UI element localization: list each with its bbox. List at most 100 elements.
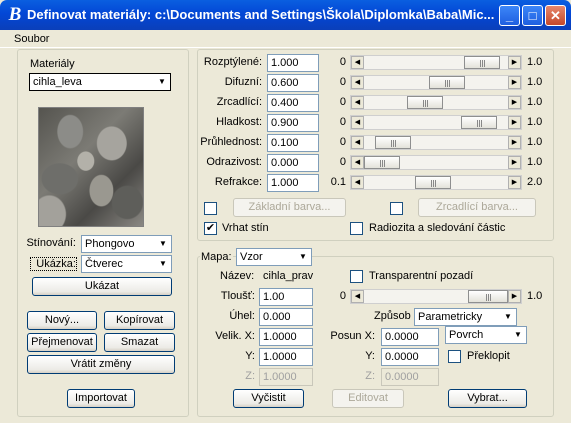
scroll-right-icon[interactable]: ▶ xyxy=(508,96,521,109)
property-slider[interactable]: ◀ ▶ xyxy=(350,75,522,90)
choose-map-button[interactable]: Vybrat... xyxy=(448,389,527,408)
material-preview-image xyxy=(38,107,144,227)
scroll-left-icon[interactable]: ◀ xyxy=(351,116,364,129)
angle-field[interactable]: 0.000 xyxy=(259,308,313,326)
import-button[interactable]: Importovat xyxy=(67,389,135,408)
surface-select[interactable]: Povrch ▼ xyxy=(445,326,527,344)
thickness-slider[interactable]: ◀ ▶ xyxy=(350,289,522,304)
property-value-field[interactable]: 0.000 xyxy=(267,154,319,172)
property-max-label: 1.0 xyxy=(527,156,543,168)
property-value-field[interactable]: 1.000 xyxy=(267,174,319,192)
property-max-label: 1.0 xyxy=(527,116,543,128)
map-label: Mapa: xyxy=(200,251,233,263)
preview-shape-label: Ukázka: xyxy=(30,257,77,271)
maximize-button[interactable]: □ xyxy=(522,5,543,26)
property-label: Zrcadlící: xyxy=(216,96,262,108)
property-value-field[interactable]: 0.400 xyxy=(267,94,319,112)
scroll-right-icon[interactable]: ▶ xyxy=(508,136,521,149)
size-y-field[interactable]: 1.0000 xyxy=(259,348,313,366)
scroll-left-icon[interactable]: ◀ xyxy=(351,156,364,169)
menu-bar xyxy=(0,30,571,48)
radiosity-checkbox[interactable] xyxy=(350,222,363,235)
chevron-down-icon: ▼ xyxy=(155,75,169,89)
map-name-label: Název: xyxy=(220,270,255,282)
size-x-field[interactable]: 1.0000 xyxy=(259,328,313,346)
slider-thumb[interactable] xyxy=(468,290,508,303)
slider-thumb[interactable] xyxy=(461,116,497,129)
property-slider[interactable]: ◀ ▶ xyxy=(350,95,522,110)
slider-thumb[interactable] xyxy=(407,96,443,109)
base-color-button[interactable]: Základní barva... xyxy=(233,198,346,217)
thickness-label: Tloušť: xyxy=(220,290,255,302)
mode-select[interactable]: Parametricky ▼ xyxy=(414,308,517,326)
slider-thumb[interactable] xyxy=(375,136,411,149)
mirror-color-checkbox[interactable] xyxy=(390,202,403,215)
preview-shape-select-value: Čtverec xyxy=(85,258,123,270)
scroll-left-icon[interactable]: ◀ xyxy=(351,136,364,149)
flip-checkbox[interactable] xyxy=(448,350,461,363)
scroll-left-icon[interactable]: ◀ xyxy=(351,96,364,109)
property-slider[interactable]: ◀ ▶ xyxy=(350,175,522,190)
material-select[interactable]: cihla_leva ▼ xyxy=(29,73,171,91)
preview-shape-select[interactable]: Čtverec ▼ xyxy=(81,255,172,273)
slider-thumb[interactable] xyxy=(429,76,465,89)
property-label: Hladkost: xyxy=(216,116,262,128)
radiosity-label: Radiozita a sledování částic xyxy=(369,222,506,234)
slider-thumb[interactable] xyxy=(415,176,451,189)
revert-changes-button[interactable]: Vrátit změny xyxy=(27,355,175,374)
offset-z-field[interactable]: 0.0000 xyxy=(381,368,439,386)
offset-x-field[interactable]: 0.0000 xyxy=(381,328,439,346)
scroll-left-icon[interactable]: ◀ xyxy=(351,290,364,303)
chevron-down-icon: ▼ xyxy=(156,237,170,251)
chevron-down-icon: ▼ xyxy=(501,310,515,324)
map-type-select[interactable]: Vzor ▼ xyxy=(236,248,312,266)
new-material-button[interactable]: Nový... xyxy=(27,311,97,330)
offset-y-label: Y: xyxy=(365,350,375,362)
scroll-left-icon[interactable]: ◀ xyxy=(351,76,364,89)
property-slider[interactable]: ◀ ▶ xyxy=(350,155,522,170)
menu-soubor[interactable]: Soubor xyxy=(14,33,49,45)
surface-select-value: Povrch xyxy=(449,329,484,341)
mirror-color-button[interactable]: Zrcadlící barva... xyxy=(418,198,536,217)
shading-select-value: Phongovo xyxy=(85,238,135,250)
delete-material-button[interactable]: Smazat xyxy=(104,333,175,352)
property-slider[interactable]: ◀ ▶ xyxy=(350,135,522,150)
thickness-field[interactable]: 1.00 xyxy=(259,288,313,306)
minimize-button[interactable]: _ xyxy=(499,5,520,26)
copy-material-button[interactable]: Kopírovat xyxy=(104,311,175,330)
scroll-right-icon[interactable]: ▶ xyxy=(508,290,521,303)
edit-map-button[interactable]: Editovat xyxy=(332,389,404,408)
scroll-right-icon[interactable]: ▶ xyxy=(508,56,521,69)
scroll-right-icon[interactable]: ▶ xyxy=(508,176,521,189)
property-max-label: 2.0 xyxy=(527,176,543,188)
slider-thumb[interactable] xyxy=(364,156,400,169)
show-preview-button[interactable]: Ukázat xyxy=(32,277,172,296)
property-value-field[interactable]: 0.100 xyxy=(267,134,319,152)
scroll-right-icon[interactable]: ▶ xyxy=(508,156,521,169)
scroll-right-icon[interactable]: ▶ xyxy=(508,76,521,89)
offset-y-field[interactable]: 0.0000 xyxy=(381,348,439,366)
property-min-label: 0 xyxy=(339,136,346,148)
mode-label: Způsob xyxy=(374,310,411,322)
property-value-field[interactable]: 0.600 xyxy=(267,74,319,92)
property-slider[interactable]: ◀ ▶ xyxy=(350,115,522,130)
app-icon: B xyxy=(8,4,22,25)
property-min-label: 0 xyxy=(339,116,346,128)
scroll-left-icon[interactable]: ◀ xyxy=(351,56,364,69)
scroll-right-icon[interactable]: ▶ xyxy=(508,116,521,129)
base-color-checkbox[interactable] xyxy=(204,202,217,215)
property-value-field[interactable]: 0.900 xyxy=(267,114,319,132)
property-slider[interactable]: ◀ ▶ xyxy=(350,55,522,70)
close-button[interactable]: ✕ xyxy=(545,5,566,26)
size-z-field[interactable]: 1.0000 xyxy=(259,368,313,386)
slider-thumb[interactable] xyxy=(464,56,500,69)
rename-material-button[interactable]: Přejmenovat xyxy=(27,333,97,352)
size-z-label: Z: xyxy=(245,370,255,382)
scroll-left-icon[interactable]: ◀ xyxy=(351,176,364,189)
cast-shadow-checkbox[interactable]: ✔ xyxy=(204,222,217,235)
clear-map-button[interactable]: Vyčistit xyxy=(233,389,304,408)
offset-x-label: Posun X: xyxy=(330,330,375,342)
shading-select[interactable]: Phongovo ▼ xyxy=(81,235,172,253)
transparent-bg-checkbox[interactable] xyxy=(350,270,363,283)
property-value-field[interactable]: 1.000 xyxy=(267,54,319,72)
